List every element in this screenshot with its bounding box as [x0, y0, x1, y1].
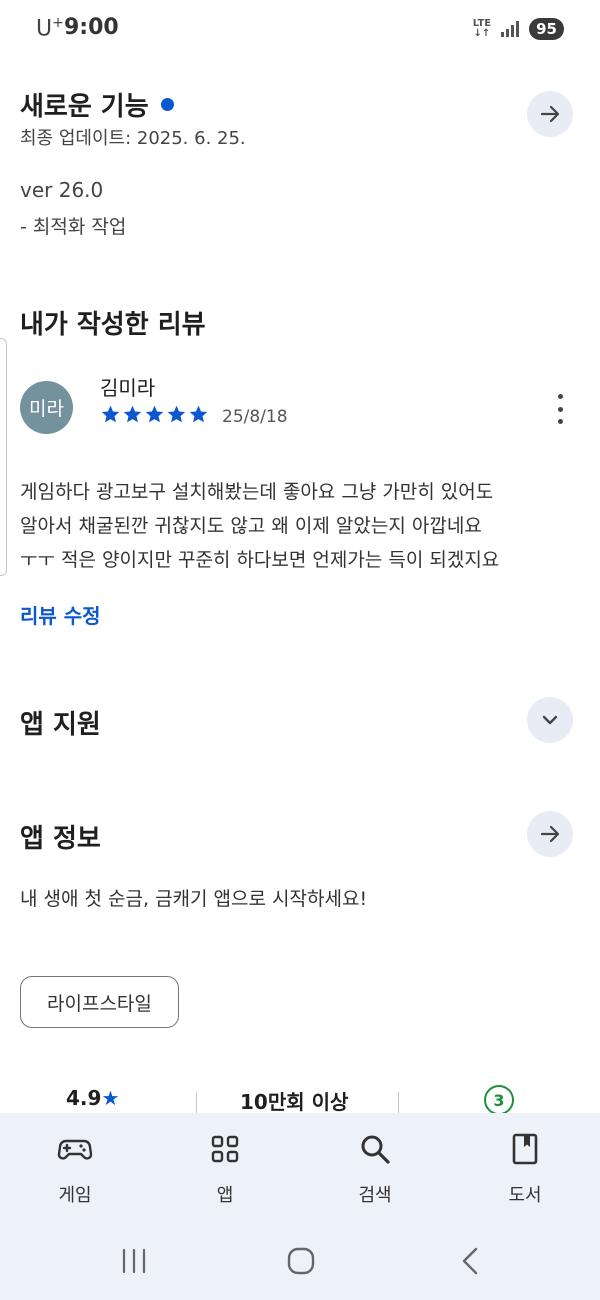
- review-text: 게임하다 광고보구 설치해봤는데 좋아요 그냥 가만히 있어도 알아서 채굴된깐…: [20, 475, 590, 577]
- star-icon: [167, 405, 186, 423]
- recent-apps-icon[interactable]: [118, 1245, 150, 1277]
- new-indicator-dot: [160, 98, 174, 111]
- chevron-down-icon: [542, 715, 558, 725]
- update-note: - 최적화 작업: [20, 216, 127, 238]
- review-line: 알아서 채굴된깐 귀찮지도 않고 왜 이제 알았는지 아깝네요: [20, 515, 482, 537]
- avatar: 미라: [20, 381, 73, 434]
- app-description: 내 생애 첫 순금, 금캐기 앱으로 시작하세요!: [20, 888, 368, 910]
- signal-icon: [501, 21, 520, 37]
- whats-new-header[interactable]: 새로운 기능: [20, 86, 174, 123]
- star-icon: [145, 405, 164, 423]
- rating-stat: 4.9★: [66, 1086, 120, 1110]
- nav-item-search[interactable]: 검색: [320, 1131, 430, 1207]
- my-review-title: 내가 작성한 리뷰: [20, 310, 206, 340]
- app-support-title[interactable]: 앱 지원: [20, 704, 101, 741]
- category-chip[interactable]: 라이프스타일: [20, 976, 179, 1028]
- lte-icon: LTE ↓↑: [472, 18, 492, 39]
- nav-item-apps[interactable]: 앱: [170, 1131, 280, 1207]
- review-line: 게임하다 광고보구 설치해봤는데 좋아요 그냥 가만히 있어도: [20, 481, 494, 503]
- divider: [398, 1092, 399, 1114]
- arrow-right-icon: [540, 825, 560, 843]
- version-text: ver 26.0: [20, 178, 104, 202]
- last-updated: 최종 업데이트: 2025. 6. 25.: [20, 128, 246, 149]
- app-info-title[interactable]: 앱 정보: [20, 818, 101, 855]
- nav-item-games[interactable]: 게임: [20, 1131, 130, 1207]
- nav-label: 앱: [216, 1185, 234, 1206]
- back-icon[interactable]: [455, 1245, 487, 1277]
- star-icon: [123, 405, 142, 423]
- app-support-expand-button[interactable]: [527, 697, 573, 743]
- star-icon: ★: [101, 1086, 120, 1110]
- system-navigation-bar: [0, 1229, 600, 1300]
- age-rating-badge: 3: [484, 1085, 514, 1115]
- apps-grid-icon: [211, 1135, 239, 1163]
- search-icon: [361, 1135, 390, 1164]
- reviewer-name: 김미라: [100, 376, 156, 400]
- home-icon[interactable]: [285, 1245, 317, 1277]
- book-icon: [512, 1133, 538, 1165]
- edit-review-link[interactable]: 리뷰 수정: [20, 600, 101, 629]
- battery-indicator: 95: [529, 18, 564, 40]
- bottom-navigation: 게임 앱 검색 도서: [0, 1113, 600, 1229]
- more-vert-icon: [557, 394, 563, 399]
- nav-label: 검색: [358, 1185, 392, 1206]
- nav-item-books[interactable]: 도서: [470, 1131, 580, 1207]
- downloads-stat: 10만회 이상: [240, 1090, 349, 1114]
- star-icon: [101, 405, 120, 423]
- divider: [196, 1092, 197, 1114]
- status-bar: U+ 9:00 LTE ↓↑ 95: [0, 0, 600, 58]
- nav-label: 게임: [58, 1185, 92, 1206]
- star-rating: [100, 404, 209, 425]
- whats-new-title: 새로운 기능: [20, 92, 149, 122]
- review-date: 25/8/18: [222, 407, 288, 427]
- app-info-arrow-button[interactable]: [527, 811, 573, 857]
- whats-new-arrow-button[interactable]: [527, 91, 573, 137]
- star-icon: [189, 405, 208, 423]
- clock: 9:00: [64, 15, 119, 40]
- gamepad-icon: [57, 1139, 93, 1160]
- carrier-label: U+: [36, 15, 64, 42]
- edge-panel-handle[interactable]: [0, 338, 7, 576]
- nav-label: 도서: [508, 1185, 542, 1206]
- arrow-right-icon: [540, 105, 560, 123]
- more-options-button[interactable]: [548, 392, 572, 426]
- review-line: ㅜㅜ 적은 양이지만 꾸준히 하다보면 언제가는 득이 되겠지요: [20, 549, 500, 571]
